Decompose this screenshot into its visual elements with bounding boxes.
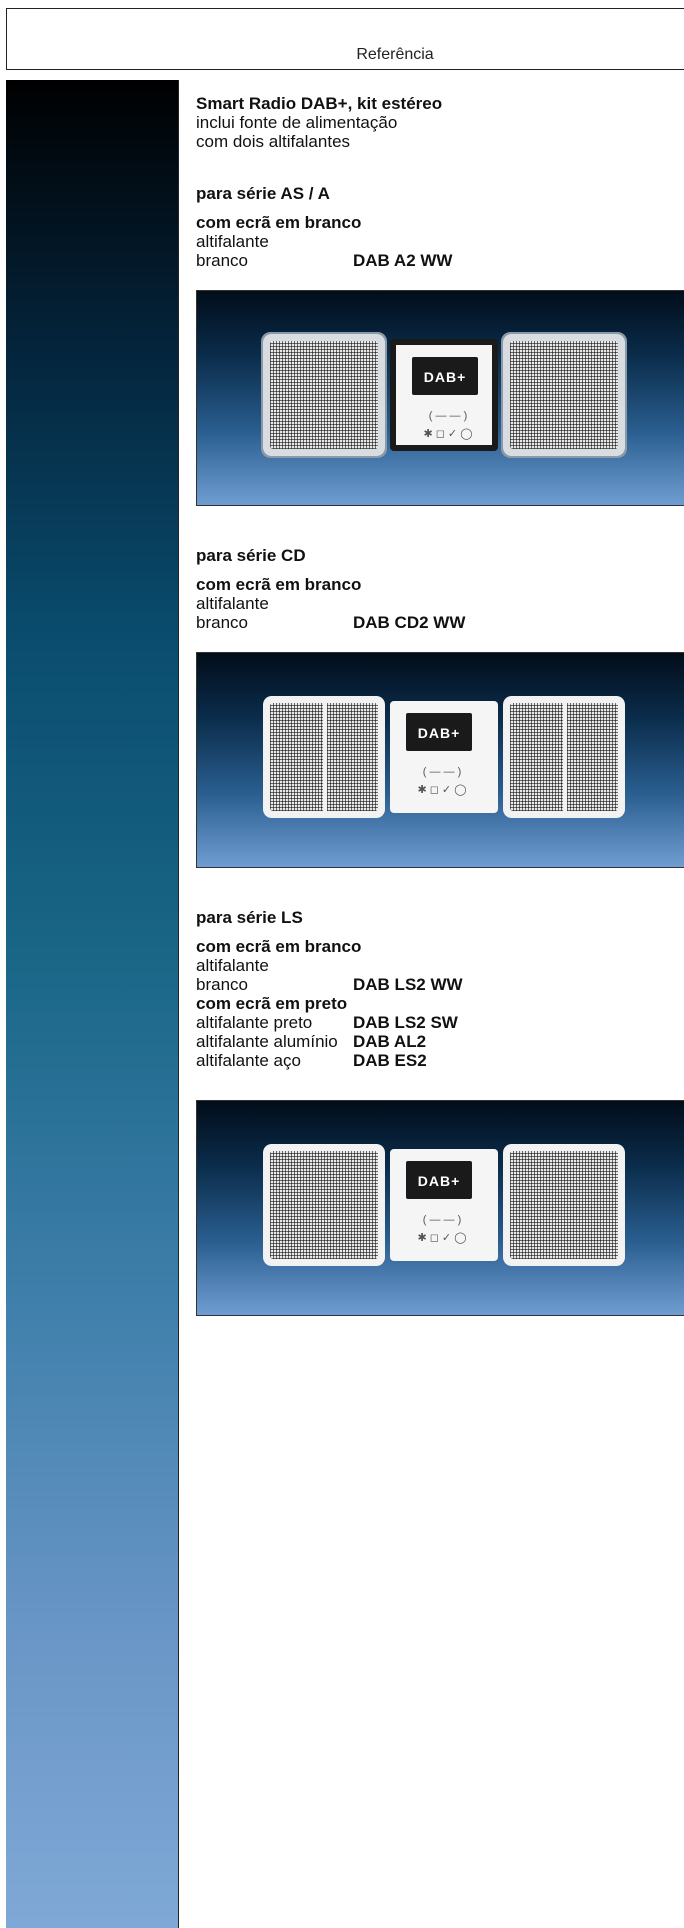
product-desc-line1: inclui fonte de alimentação	[196, 113, 398, 132]
radio-module: DAB+ ( — — ) ✱ ◻ ✓ ◯	[390, 1149, 498, 1261]
product-row: altifalante preto DAB LS2 SW	[196, 1013, 684, 1032]
speaker-label: altifalante	[196, 594, 269, 613]
speaker-right	[510, 703, 618, 811]
radio-key-row1: ( — — )	[422, 1214, 462, 1226]
screen-black-label: com ecrã em preto	[196, 994, 348, 1013]
product-photo-cd: DAB+ ( — — ) ✱ ◻ ✓ ◯	[196, 652, 684, 868]
product-code: DAB AL2	[353, 1032, 427, 1051]
product-row: altifalante aço DAB ES2	[196, 1051, 684, 1070]
product-desc-line2: com dois altifalantes	[196, 132, 351, 151]
speaker-label: altifalante	[196, 232, 269, 251]
speaker-variant-label: altifalante alumínio	[196, 1032, 338, 1051]
screen-white-label: com ecrã em branco	[196, 575, 362, 594]
radio-key-row1: ( — — )	[428, 410, 468, 422]
product-title: Smart Radio DAB+, kit estéreo	[196, 94, 443, 113]
product-row: branco DAB CD2 WW	[196, 613, 684, 632]
radio-screen: DAB+	[406, 713, 472, 751]
product-photo-as-a: DAB+ ( — — ) ✱ ◻ ✓ ◯	[196, 290, 684, 506]
color-label: branco	[196, 613, 248, 632]
radio-key-row2: ✱ ◻ ✓ ◯	[423, 428, 473, 440]
product-row: branco DAB A2 WW	[196, 251, 684, 270]
speaker-variant-label: altifalante aço	[196, 1051, 301, 1070]
radio-keys: ( — — ) ✱ ◻ ✓ ◯	[402, 1211, 482, 1247]
radio-module: DAB+ ( — — ) ✱ ◻ ✓ ◯	[390, 701, 498, 813]
speaker-left	[270, 341, 378, 449]
speaker-left	[270, 703, 378, 811]
color-label: branco	[196, 975, 248, 994]
speaker-variant-label: altifalante preto	[196, 1013, 313, 1032]
radio-keys: ( — — ) ✱ ◻ ✓ ◯	[408, 407, 488, 443]
radio-key-row2: ✱ ◻ ✓ ◯	[417, 784, 467, 796]
sidebar-gradient	[6, 80, 179, 1928]
product-code: DAB LS2 WW	[353, 975, 463, 994]
color-label: branco	[196, 251, 248, 270]
radio-key-row2: ✱ ◻ ✓ ◯	[417, 1232, 467, 1244]
screen-white-label: com ecrã em branco	[196, 213, 362, 232]
content: Smart Radio DAB+, kit estéreo inclui fon…	[196, 94, 684, 1316]
product-row: altifalante alumínio DAB AL2	[196, 1032, 684, 1051]
speaker-left	[270, 1151, 378, 1259]
radio-key-row1: ( — — )	[422, 766, 462, 778]
radio-module: DAB+ ( — — ) ✱ ◻ ✓ ◯	[390, 339, 498, 451]
product-row: branco DAB LS2 WW	[196, 975, 684, 994]
product-code: DAB CD2 WW	[353, 613, 466, 632]
radio-screen: DAB+	[406, 1161, 472, 1199]
screen-white-label: com ecrã em branco	[196, 937, 362, 956]
series-heading-cd: para série CD	[196, 546, 306, 565]
speaker-right	[510, 1151, 618, 1259]
product-code: DAB ES2	[353, 1051, 427, 1070]
product-code: DAB A2 WW	[353, 251, 453, 270]
series-heading-as-a: para série AS / A	[196, 184, 330, 203]
product-code: DAB LS2 SW	[353, 1013, 458, 1032]
header-label: Referência	[356, 46, 434, 63]
speaker-right	[510, 341, 618, 449]
series-heading-ls: para série LS	[196, 908, 303, 927]
radio-keys: ( — — ) ✱ ◻ ✓ ◯	[402, 763, 482, 799]
product-photo-ls: DAB+ ( — — ) ✱ ◻ ✓ ◯	[196, 1100, 684, 1316]
radio-screen: DAB+	[412, 357, 478, 395]
speaker-label: altifalante	[196, 956, 269, 975]
